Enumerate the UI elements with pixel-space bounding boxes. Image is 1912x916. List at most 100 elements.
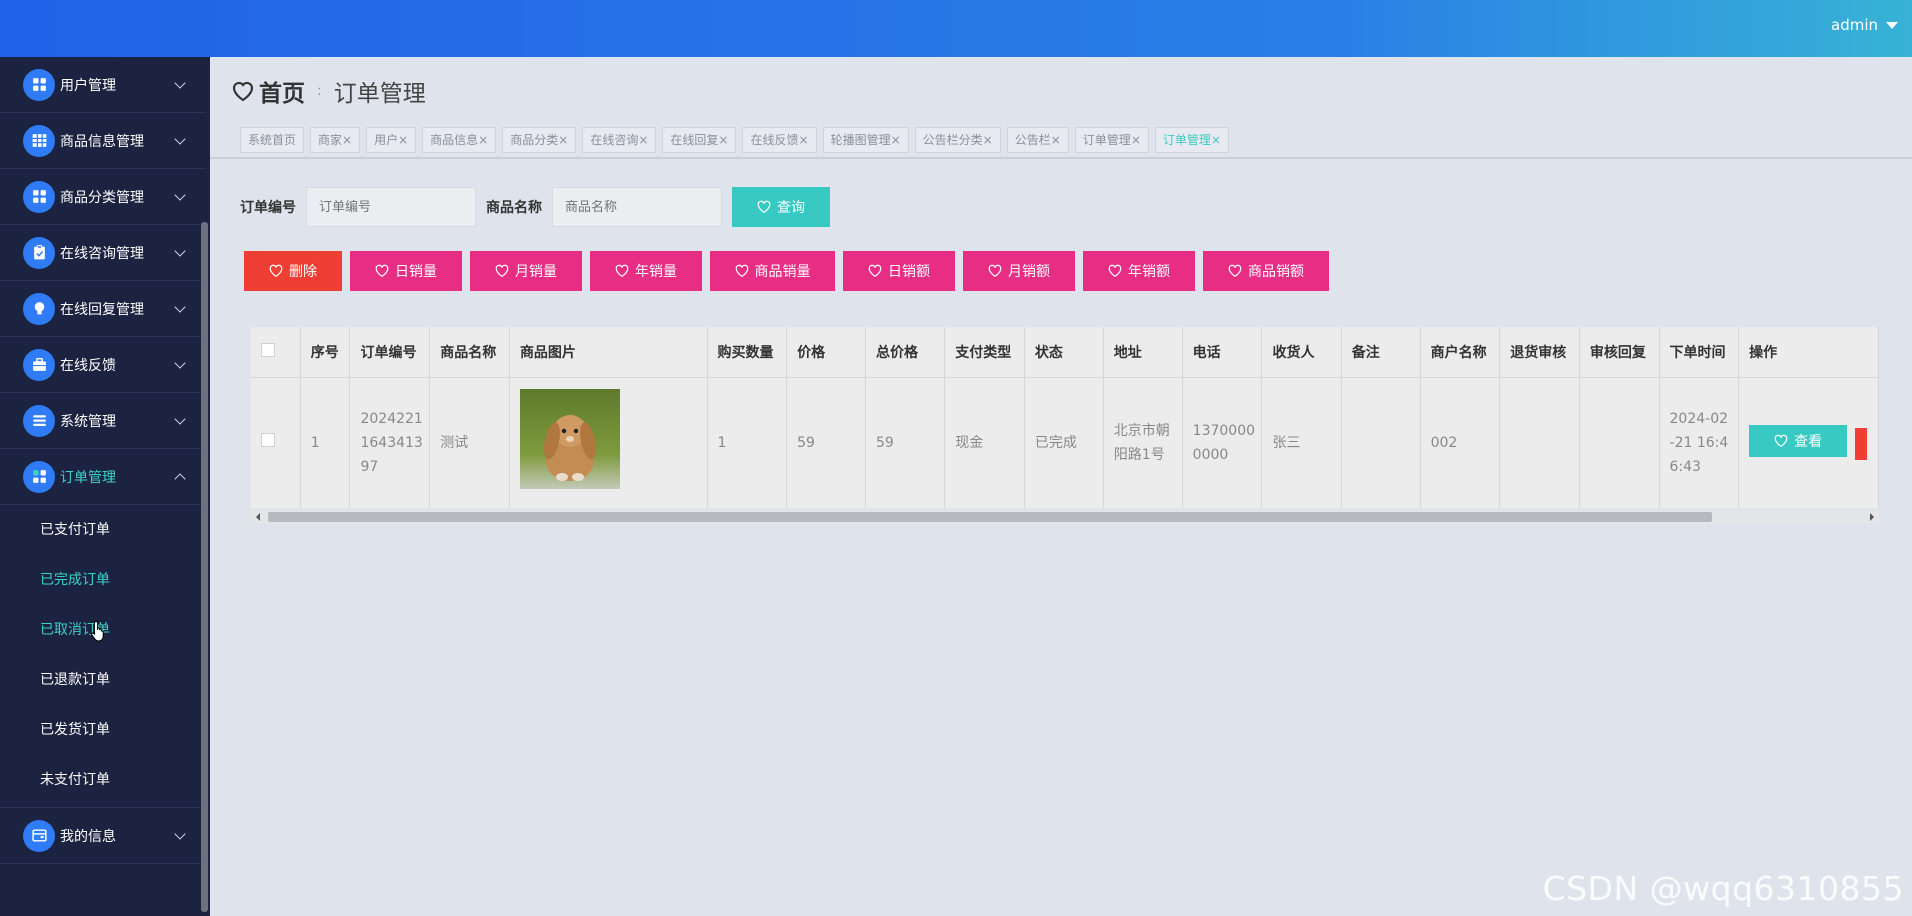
- receiver-cell: 张三: [1261, 377, 1342, 508]
- tab-label: 公告栏: [1014, 133, 1051, 147]
- scrollbar-thumb[interactable]: [268, 512, 1712, 522]
- tab-goods-category[interactable]: 商品分类×: [502, 127, 577, 153]
- tab-label: 在线回复: [670, 133, 719, 147]
- submenu-item-completed[interactable]: 已完成订单: [0, 555, 206, 605]
- status-cell: 已完成: [1024, 377, 1104, 508]
- close-icon[interactable]: ×: [983, 133, 993, 147]
- column-header: 购买数量: [707, 327, 788, 378]
- select-all-header: [251, 327, 301, 378]
- delete-button[interactable]: 删除: [244, 251, 342, 291]
- tab-orders[interactable]: 订单管理×: [1074, 127, 1149, 153]
- sidebar: 用户管理 商品信息管理 商品分类管理 在线咨询管理 在线回复管理 在线反馈 系统…: [0, 57, 210, 916]
- close-icon[interactable]: ×: [1051, 133, 1061, 147]
- close-icon[interactable]: ×: [342, 133, 352, 147]
- table-row[interactable]: 1 2024221 1643413 97 测试 1 59 59 现金 已完成 北…: [251, 377, 1879, 508]
- sidebar-item-my-info[interactable]: 我的信息: [0, 808, 206, 864]
- grid-icon: [23, 180, 55, 213]
- view-button[interactable]: 查看: [1749, 425, 1848, 458]
- tab-label: 公告栏分类: [922, 133, 983, 147]
- tab-carousel[interactable]: 轮播图管理×: [822, 127, 909, 153]
- tab-notice-category[interactable]: 公告栏分类×: [914, 127, 1001, 153]
- column-header: 订单编号: [349, 327, 431, 378]
- sidebar-scrollbar[interactable]: [201, 222, 208, 912]
- sidebar-item-label: 商品信息管理: [60, 133, 144, 150]
- tab-feedback[interactable]: 在线反馈×: [742, 127, 817, 153]
- submenu-item-unpaid[interactable]: 未支付订单: [0, 755, 206, 805]
- select-all-checkbox[interactable]: [261, 342, 275, 357]
- sidebar-item-goods-info[interactable]: 商品信息管理: [0, 113, 206, 169]
- order-no-input[interactable]: [306, 187, 476, 227]
- goods-name-input[interactable]: [552, 187, 722, 227]
- sidebar-item-orders[interactable]: 订单管理: [0, 449, 206, 505]
- button-label: 日销额: [888, 263, 930, 279]
- sidebar-item-label: 在线咨询管理: [60, 245, 144, 262]
- hand-cursor-icon: [90, 620, 104, 642]
- tab-goods-info[interactable]: 商品信息×: [422, 127, 497, 153]
- breadcrumb-home[interactable]: 首页: [259, 74, 305, 108]
- next-action-button[interactable]: [1855, 428, 1868, 461]
- goods-sales-amount-button[interactable]: 商品销额: [1203, 251, 1329, 291]
- daily-sales-qty-button[interactable]: 日销量: [350, 251, 462, 291]
- tab-system-home[interactable]: 系统首页: [240, 127, 305, 153]
- tab-notice[interactable]: 公告栏×: [1006, 127, 1069, 153]
- user-name[interactable]: admin: [1831, 16, 1878, 34]
- daily-sales-amount-button[interactable]: 日销额: [843, 251, 955, 291]
- close-icon[interactable]: ×: [558, 133, 568, 147]
- sidebar-item-label: 系统管理: [60, 413, 116, 430]
- tab-label: 在线咨询: [590, 133, 639, 147]
- tab-consult[interactable]: 在线咨询×: [582, 127, 657, 153]
- tab-label: 系统首页: [248, 133, 297, 147]
- merchant-cell: 002: [1420, 377, 1501, 508]
- tab-orders-active[interactable]: 订单管理×: [1154, 127, 1229, 153]
- sidebar-item-reply[interactable]: 在线回复管理: [0, 281, 206, 337]
- close-icon[interactable]: ×: [799, 133, 809, 147]
- time-line: 6:43: [1669, 458, 1701, 475]
- tab-reply[interactable]: 在线回复×: [662, 127, 737, 153]
- close-icon[interactable]: ×: [478, 133, 488, 147]
- close-icon[interactable]: ×: [718, 133, 728, 147]
- chevron-down-icon[interactable]: [1886, 21, 1898, 29]
- sidebar-item-system[interactable]: 系统管理: [0, 393, 206, 449]
- close-icon[interactable]: ×: [638, 133, 648, 147]
- submenu-item-paid[interactable]: 已支付订单: [0, 505, 206, 555]
- qty-cell: 1: [707, 377, 788, 508]
- tabs: 系统首页 商家× 用户× 商品信息× 商品分类× 在线咨询× 在线回复× 在线反…: [240, 127, 1229, 153]
- sidebar-item-label: 商品分类管理: [60, 189, 144, 206]
- heart-icon: [232, 81, 254, 102]
- close-icon[interactable]: ×: [1131, 133, 1141, 147]
- column-header: 下单时间: [1659, 327, 1740, 378]
- submenu-item-refunded[interactable]: 已退款订单: [0, 655, 206, 705]
- tab-label: 用户: [374, 133, 399, 147]
- heart-icon: [1108, 264, 1122, 277]
- user-menu[interactable]: admin: [1831, 16, 1898, 34]
- yearly-sales-amount-button[interactable]: 年销额: [1083, 251, 1195, 291]
- monthly-sales-amount-button[interactable]: 月销额: [963, 251, 1075, 291]
- tab-merchant[interactable]: 商家×: [310, 127, 361, 153]
- heart-icon: [269, 264, 283, 277]
- close-icon[interactable]: ×: [398, 133, 408, 147]
- table-horizontal-scrollbar[interactable]: [251, 510, 1879, 524]
- close-icon[interactable]: ×: [891, 133, 901, 147]
- scroll-left-icon[interactable]: [256, 513, 260, 521]
- query-button[interactable]: 查询: [732, 187, 830, 227]
- tab-users[interactable]: 用户×: [366, 127, 417, 153]
- scroll-right-icon[interactable]: [1870, 513, 1874, 521]
- button-label: 年销量: [635, 263, 677, 279]
- price-cell: 59: [786, 377, 867, 508]
- monthly-sales-qty-button[interactable]: 月销量: [470, 251, 582, 291]
- goods-sales-qty-button[interactable]: 商品销量: [710, 251, 835, 291]
- address-cell: 北京市朝 阳路1号: [1103, 377, 1183, 508]
- chevron-down-icon: [174, 245, 186, 257]
- audit-reply-cell: [1579, 377, 1660, 508]
- sidebar-item-feedback[interactable]: 在线反馈: [0, 337, 206, 393]
- row-checkbox[interactable]: [261, 432, 275, 447]
- button-label: 月销额: [1008, 263, 1050, 279]
- button-label: 日销量: [395, 263, 437, 279]
- submenu-item-shipped[interactable]: 已发货订单: [0, 705, 206, 755]
- yearly-sales-qty-button[interactable]: 年销量: [590, 251, 702, 291]
- close-icon[interactable]: ×: [1211, 133, 1221, 147]
- sidebar-item-goods-category[interactable]: 商品分类管理: [0, 169, 206, 225]
- sidebar-item-consult[interactable]: 在线咨询管理: [0, 225, 206, 281]
- column-header: 退货审核: [1499, 327, 1580, 378]
- sidebar-item-users[interactable]: 用户管理: [0, 57, 206, 113]
